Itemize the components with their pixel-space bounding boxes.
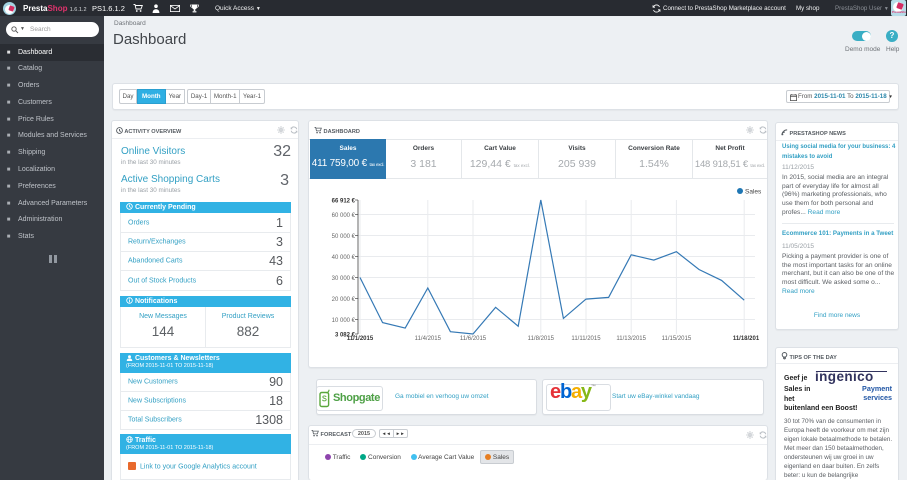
svg-text:10 000 €: 10 000 €: [332, 318, 356, 324]
svg-text:Sales: Sales: [745, 189, 762, 196]
svg-text:60 000 €: 60 000 €: [332, 213, 356, 219]
svg-text:11/4/2015: 11/4/2015: [415, 336, 442, 342]
svg-text:11/8/2015: 11/8/2015: [528, 336, 555, 342]
svg-text:11/11/2015: 11/11/2015: [571, 336, 601, 342]
svg-text:11/1/2015: 11/1/2015: [347, 336, 374, 342]
svg-text:11/13/2015: 11/13/2015: [616, 336, 646, 342]
svg-text:66 912 €: 66 912 €: [332, 199, 356, 205]
svg-text:30 000 €: 30 000 €: [332, 276, 356, 282]
svg-text:11/18/201: 11/18/201: [733, 336, 760, 342]
svg-text:40 000 €: 40 000 €: [332, 255, 356, 261]
svg-text:50 000 €: 50 000 €: [332, 234, 356, 240]
svg-text:11/15/2015: 11/15/2015: [662, 336, 692, 342]
svg-text:20 000 €: 20 000 €: [332, 297, 356, 303]
svg-text:11/6/2015: 11/6/2015: [460, 336, 487, 342]
